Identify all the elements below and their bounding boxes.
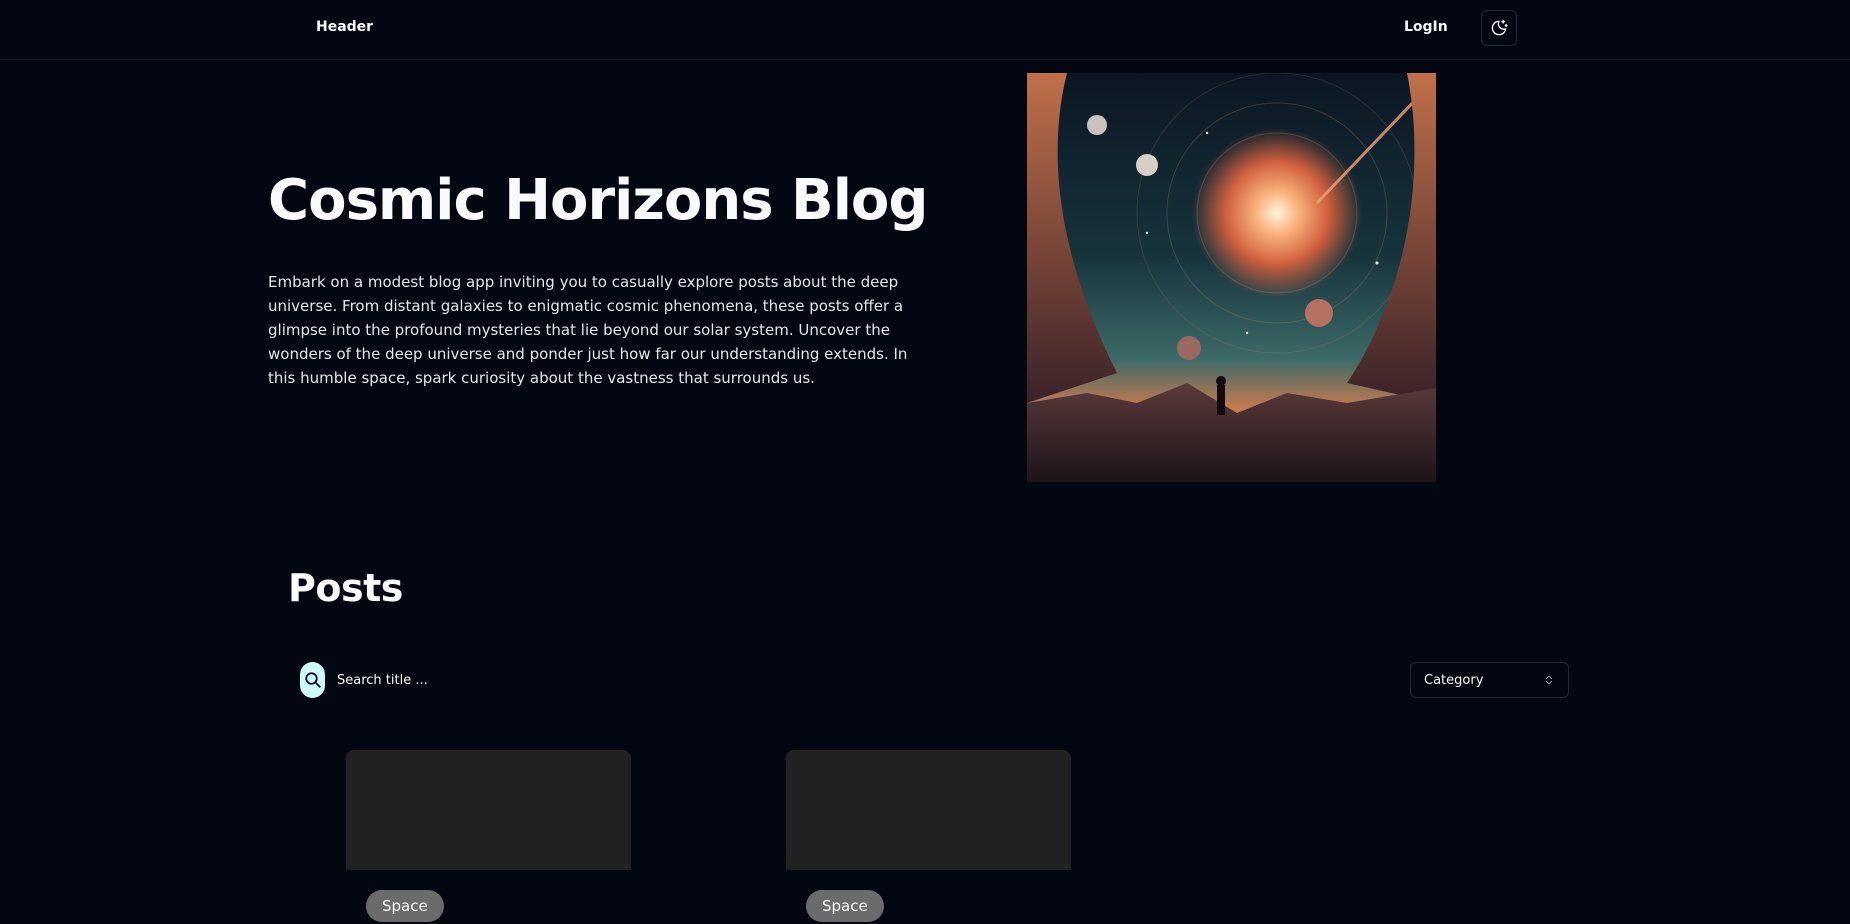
login-link[interactable]: LogIn — [1404, 19, 1448, 35]
hero-image — [1027, 73, 1436, 482]
theme-toggle-button[interactable] — [1481, 10, 1517, 46]
search-input[interactable] — [335, 671, 639, 689]
category-select[interactable]: Category — [1410, 662, 1569, 698]
post-card[interactable]: Space — [346, 750, 631, 922]
post-card-thumbnail — [786, 750, 1071, 870]
category-badge[interactable]: Space — [366, 890, 444, 922]
category-badge[interactable]: Space — [806, 890, 884, 922]
posts-title: Posts — [288, 566, 403, 610]
chevron-up-down-icon — [1546, 675, 1552, 685]
category-select-label: Category — [1424, 672, 1484, 688]
hero-description: Embark on a modest blog app inviting you… — [268, 273, 908, 387]
post-card[interactable]: Space — [786, 750, 1071, 922]
brand-link[interactable]: Header — [316, 19, 373, 35]
site-header: Header LogIn — [0, 0, 1850, 60]
moon-stars-icon — [1491, 19, 1508, 36]
hero-title: Cosmic Horizons Blog — [268, 168, 928, 233]
search-bar — [300, 662, 700, 698]
post-card-thumbnail — [346, 750, 631, 870]
search-icon[interactable] — [300, 662, 325, 698]
